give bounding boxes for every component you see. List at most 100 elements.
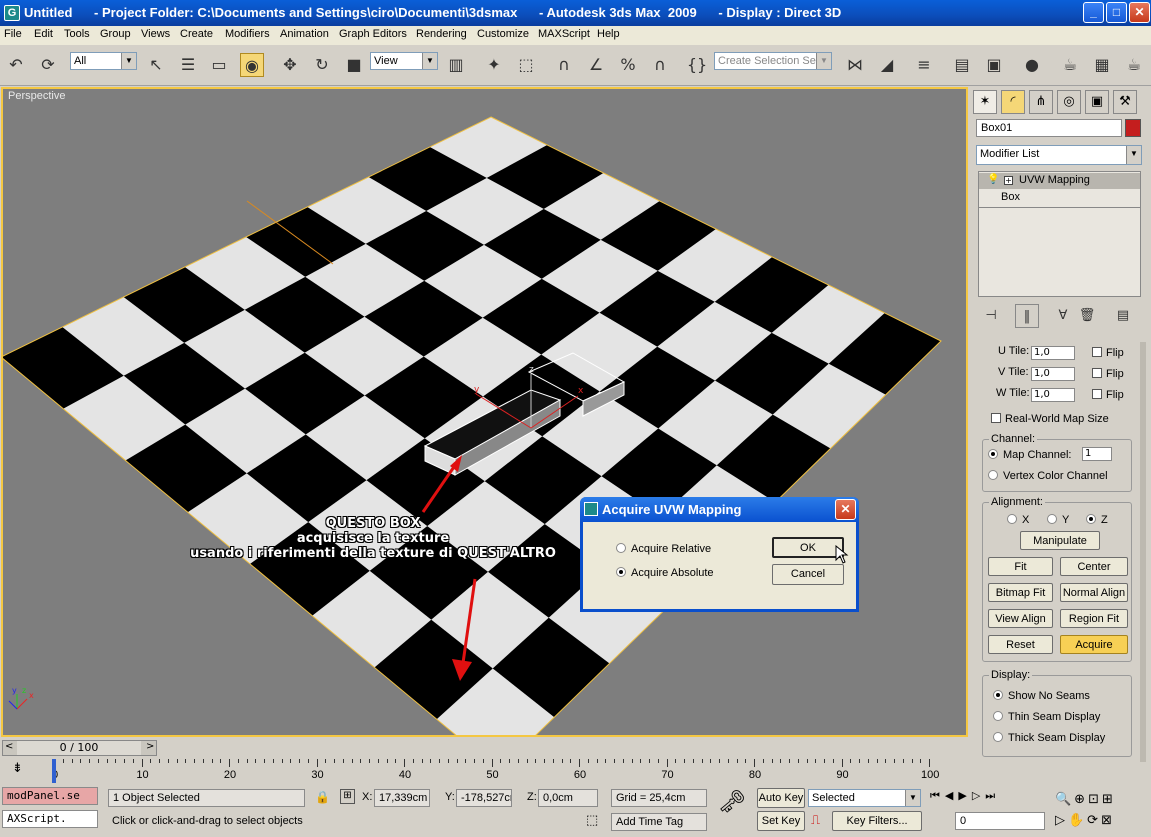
make-unique-icon[interactable]: ∀ [1051, 304, 1075, 328]
create-tab-icon[interactable]: ✶ [973, 90, 997, 114]
menu-tools[interactable]: Tools [64, 28, 90, 40]
align-icon[interactable]: ◢ [875, 53, 899, 77]
modify-tab-icon[interactable]: ◜ [1001, 90, 1025, 114]
close-button[interactable]: ✕ [1129, 2, 1150, 23]
ok-button[interactable]: OK [772, 537, 844, 558]
key-filters-button[interactable]: Key Filters... [832, 811, 922, 831]
expand-icon[interactable]: + [1004, 176, 1013, 185]
remove-modifier-icon[interactable]: 🗑 [1075, 304, 1099, 328]
v-tile-spinner[interactable]: 1,0 [1031, 367, 1075, 381]
hierarchy-tab-icon[interactable]: ⋔ [1029, 90, 1053, 114]
menu-maxscript[interactable]: MAXScript [538, 28, 590, 40]
thin-seam-radio[interactable]: Thin Seam Display [993, 711, 1100, 723]
scale-icon[interactable]: ■ [342, 53, 366, 77]
reference-coordinate-dropdown[interactable]: View ▼ [370, 52, 438, 70]
pivot-center-icon[interactable]: ▥ [444, 53, 468, 77]
menu-edit[interactable]: Edit [34, 28, 53, 40]
move-icon[interactable]: ✥ [278, 53, 302, 77]
panel-scrollbar[interactable] [1140, 342, 1146, 762]
manipulate-icon[interactable]: ✦ [482, 53, 506, 77]
w-flip-checkbox[interactable]: Flip [1092, 389, 1124, 401]
chevron-left-icon[interactable]: < [5, 741, 13, 752]
menu-create[interactable]: Create [180, 28, 213, 40]
rendered-frame-window-icon[interactable]: ▦ [1090, 53, 1114, 77]
modifier-list-dropdown[interactable]: Modifier List ▼ [976, 145, 1142, 165]
x-coordinate-field[interactable]: 17,339cm [374, 789, 430, 807]
auto-key-button[interactable]: Auto Key [757, 788, 805, 808]
acquire-absolute-radio[interactable]: Acquire Absolute [616, 567, 714, 579]
schematic-view-icon[interactable]: ▣ [982, 53, 1006, 77]
menu-rendering[interactable]: Rendering [416, 28, 467, 40]
material-editor-icon[interactable]: ● [1020, 53, 1044, 77]
show-end-result-icon[interactable]: ‖ [1015, 304, 1039, 328]
mirror-icon[interactable]: ⋈ [843, 53, 867, 77]
menu-views[interactable]: Views [141, 28, 170, 40]
bulb-icon[interactable]: 💡 [987, 174, 999, 185]
thick-seam-radio[interactable]: Thick Seam Display [993, 732, 1105, 744]
time-slider[interactable]: < 0 / 100 > [2, 740, 157, 756]
redo-icon[interactable]: ⟳ [36, 53, 60, 77]
lock-icon[interactable]: 🔒 [315, 790, 330, 804]
align-y-radio[interactable]: Y [1047, 514, 1069, 526]
window-crossing-icon[interactable]: ◉ [240, 53, 264, 77]
select-by-name-icon[interactable]: ☰ [176, 53, 200, 77]
view-align-button[interactable]: View Align [988, 609, 1053, 628]
named-selection-set-dropdown[interactable]: Create Selection Set ▼ [714, 52, 832, 70]
time-tag-icon[interactable]: ⬚ [586, 812, 598, 828]
menu-file[interactable]: File [4, 28, 22, 40]
show-no-seams-radio[interactable]: Show No Seams [993, 690, 1090, 702]
snap-3d-icon[interactable]: ∩ [552, 53, 576, 77]
menu-group[interactable]: Group [100, 28, 131, 40]
select-object-icon[interactable]: ↖ [144, 53, 168, 77]
cancel-button[interactable]: Cancel [772, 564, 844, 585]
absolute-mode-icon[interactable]: ⊞ [340, 789, 355, 804]
normal-align-button[interactable]: Normal Align [1060, 583, 1128, 602]
set-key-button[interactable]: Set Key [757, 811, 805, 831]
menu-modifiers[interactable]: Modifiers [225, 28, 270, 40]
configure-sets-icon[interactable]: ▤ [1111, 304, 1135, 328]
menu-help[interactable]: Help [597, 28, 620, 40]
percent-snap-icon[interactable]: % [616, 53, 640, 77]
minimize-button[interactable]: _ [1083, 2, 1104, 23]
current-frame-field[interactable]: 0 [955, 812, 1045, 830]
maxscript-listener-1[interactable]: modPanel.se [2, 787, 98, 805]
key-icon[interactable]: 🗝 [718, 789, 746, 815]
render-setup-icon[interactable]: ☕ [1058, 53, 1082, 77]
u-flip-checkbox[interactable]: Flip [1092, 347, 1124, 359]
trackbar-icon[interactable]: ⇟ [12, 761, 32, 779]
fit-button[interactable]: Fit [988, 557, 1053, 576]
pin-stack-icon[interactable]: ⊣ [979, 304, 1003, 328]
utilities-tab-icon[interactable]: ⚒ [1113, 90, 1137, 114]
align-x-radio[interactable]: X [1007, 514, 1029, 526]
vertex-color-radio[interactable]: Vertex Color Channel [988, 470, 1108, 482]
key-curve-icon[interactable]: ⎍ [811, 812, 820, 828]
rotate-icon[interactable]: ↻ [310, 53, 334, 77]
3ds-max-icon[interactable]: G [4, 5, 20, 21]
reset-button[interactable]: Reset [988, 635, 1053, 654]
timeline-ruler[interactable]: 0102030405060708090100 [40, 759, 968, 783]
y-coordinate-field[interactable]: -178,527cm [456, 789, 512, 807]
edit-named-selection-icon[interactable]: {} [685, 53, 709, 77]
z-coordinate-field[interactable]: 0,0cm [538, 789, 598, 807]
menu-customize[interactable]: Customize [477, 28, 529, 40]
menu-graph-editors[interactable]: Graph Editors [339, 28, 407, 40]
u-tile-spinner[interactable]: 1,0 [1031, 346, 1075, 360]
perspective-viewport[interactable]: Perspective z y x y z x QUESTO BOX acqui… [1, 87, 968, 737]
stack-item-box[interactable]: Box [1001, 191, 1020, 203]
bitmap-fit-button[interactable]: Bitmap Fit [988, 583, 1053, 602]
maximize-button[interactable]: □ [1106, 2, 1127, 23]
align-z-radio[interactable]: Z [1086, 514, 1108, 526]
real-world-checkbox[interactable]: Real-World Map Size [991, 413, 1109, 425]
map-channel-spinner[interactable]: 1 [1082, 447, 1112, 461]
undo-icon[interactable]: ↶ [4, 53, 28, 77]
object-color-swatch[interactable] [1125, 119, 1141, 137]
curve-editor-icon[interactable]: ▤ [950, 53, 974, 77]
acquire-relative-radio[interactable]: Acquire Relative [616, 543, 711, 555]
close-icon[interactable]: ✕ [835, 499, 856, 520]
rectangle-selection-icon[interactable]: ▭ [207, 53, 231, 77]
keyboard-shortcut-icon[interactable]: ⬚ [514, 53, 538, 77]
region-fit-button[interactable]: Region Fit [1060, 609, 1128, 628]
display-tab-icon[interactable]: ▣ [1085, 90, 1109, 114]
chevron-right-icon[interactable]: > [146, 741, 154, 752]
maxscript-listener-2[interactable]: AXScript. [2, 810, 98, 828]
